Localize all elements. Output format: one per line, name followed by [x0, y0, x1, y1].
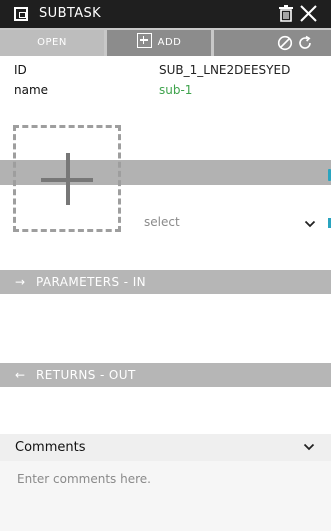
title-bar: SUBTASK [0, 0, 331, 28]
add-box-icon [136, 33, 152, 48]
parameters-in-label: PARAMETERS - IN [36, 275, 147, 289]
block-icon[interactable] [277, 35, 293, 51]
id-label: ID [14, 63, 27, 77]
comments-title: Comments [15, 440, 86, 455]
close-icon[interactable] [300, 5, 317, 22]
open-label: OPEN [37, 37, 67, 48]
toolbar-actions [214, 30, 331, 56]
chevron-down-icon [303, 443, 315, 451]
arrow-right-icon: → [15, 275, 26, 289]
comments-header[interactable]: Comments [0, 434, 331, 461]
arrow-left-icon: ← [15, 368, 26, 382]
trash-icon[interactable] [279, 5, 293, 22]
toolbar: OPEN ADD [0, 28, 331, 56]
name-value[interactable]: sub-1 [159, 83, 192, 97]
returns-out-label: RETURNS - OUT [36, 368, 136, 382]
comments-input[interactable] [0, 461, 331, 531]
name-label: name [14, 83, 49, 97]
add-label: ADD [157, 37, 182, 48]
add-button[interactable]: ADD [107, 30, 211, 56]
refresh-icon[interactable] [297, 35, 313, 51]
chevron-down-icon [304, 220, 316, 228]
type-select[interactable]: select [144, 214, 320, 234]
select-value: select [144, 215, 180, 229]
parameters-in-header[interactable]: → PARAMETERS - IN [0, 270, 331, 294]
add-image-placeholder[interactable] [13, 125, 121, 232]
open-button[interactable]: OPEN [0, 30, 104, 56]
returns-out-header[interactable]: ← RETURNS - OUT [0, 363, 331, 387]
window-icon [14, 7, 28, 21]
panel-title: SUBTASK [39, 6, 102, 21]
id-value: SUB_1_LNE2DEESYED [159, 63, 291, 77]
